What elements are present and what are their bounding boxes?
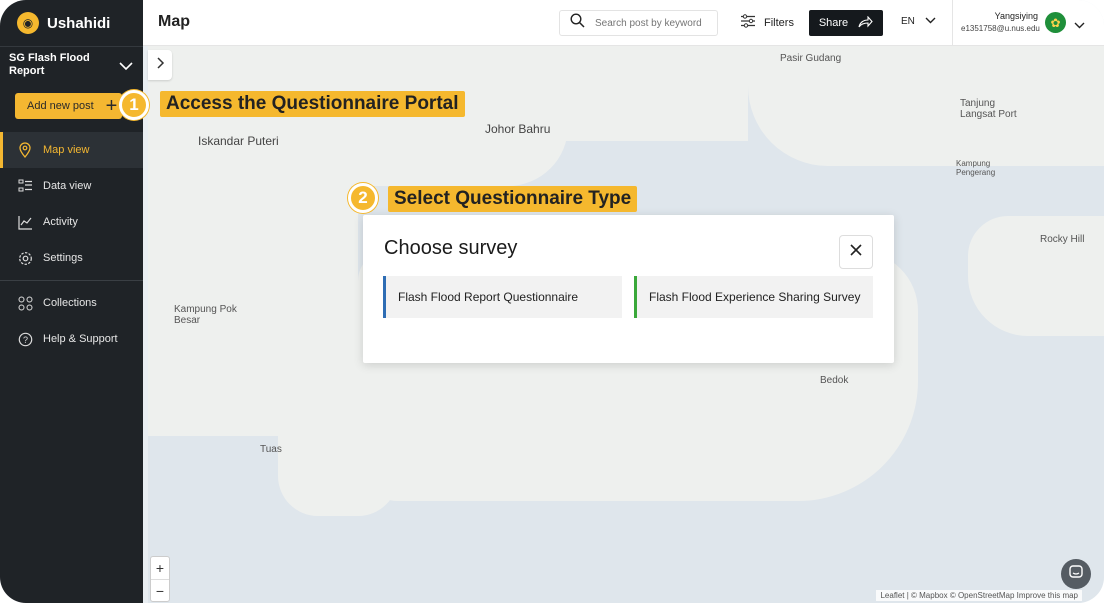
search-box[interactable]	[559, 10, 718, 36]
close-icon	[850, 243, 862, 261]
language-selector[interactable]: EN	[901, 16, 936, 27]
sidebar-nav: Map view Data view Activity Settings Col…	[0, 132, 143, 357]
add-new-post-button[interactable]: Add new post +	[15, 93, 122, 119]
sidebar-item-activity[interactable]: Activity	[0, 204, 143, 240]
dialog-title: Choose survey	[384, 237, 518, 259]
annotation-number: 2	[348, 183, 378, 213]
zoom-in-button[interactable]: +	[151, 557, 169, 579]
plus-icon: +	[105, 95, 118, 117]
zoom-out-button[interactable]: −	[151, 579, 169, 601]
filters-button[interactable]: Filters	[740, 14, 794, 31]
brand[interactable]: ◉ Ushahidi	[0, 0, 143, 47]
deployment-selector[interactable]: SG Flash Flood Report	[0, 47, 143, 87]
ushahidi-logo-icon: ◉	[17, 12, 39, 34]
map-attribution[interactable]: Leaflet | © Mapbox © OpenStreetMap Impro…	[876, 590, 1082, 601]
chevron-down-icon[interactable]	[1074, 16, 1085, 34]
filters-label: Filters	[764, 16, 794, 29]
chevron-down-icon	[119, 58, 133, 76]
chat-button[interactable]	[1061, 559, 1091, 589]
map-label: Pasir Gudang	[780, 53, 842, 64]
sidebar-item-help-support[interactable]: ? Help & Support	[0, 321, 143, 357]
map-label: Iskandar Puteri	[198, 134, 279, 148]
map-label: Kampung Pengerang	[956, 159, 996, 177]
sidebar-item-collections[interactable]: Collections	[0, 285, 143, 321]
map-label: Tanjung Langsat Port	[960, 98, 1017, 120]
survey-option-experience-sharing[interactable]: Flash Flood Experience Sharing Survey	[634, 276, 873, 318]
annotation-text: Select Questionnaire Type	[388, 186, 638, 212]
annotation-number: 1	[119, 90, 149, 120]
chat-icon	[1069, 564, 1083, 584]
gear-icon	[17, 250, 33, 266]
zoom-controls: + −	[150, 556, 170, 602]
deployment-title: SG Flash Flood Report	[9, 52, 90, 77]
brand-name: Ushahidi	[47, 14, 111, 32]
sidebar-item-label: Help & Support	[43, 333, 118, 345]
survey-option-flash-flood-report[interactable]: Flash Flood Report Questionnaire	[383, 276, 622, 318]
share-arrow-icon	[858, 15, 873, 31]
sidebar-toggle-button[interactable]	[148, 50, 172, 80]
sidebar-item-settings[interactable]: Settings	[0, 240, 143, 276]
help-icon: ?	[17, 331, 33, 347]
sidebar-item-map-view[interactable]: Map view	[0, 132, 143, 168]
share-label: Share	[818, 17, 849, 29]
language-label: EN	[901, 16, 915, 27]
share-button[interactable]: Share	[809, 10, 883, 36]
search-icon	[570, 13, 585, 33]
choose-survey-dialog: Choose survey Flash Flood Report Questio…	[363, 215, 894, 363]
add-post-label: Add new post	[27, 100, 94, 112]
nav-divider	[0, 280, 143, 281]
grid-icon	[17, 295, 33, 311]
list-icon	[17, 178, 33, 194]
survey-option-label: Flash Flood Report Questionnaire	[398, 290, 579, 304]
sidebar-item-label: Collections	[43, 297, 97, 309]
user-info[interactable]: Yangsiying e1351758@u.nus.edu	[961, 11, 1040, 33]
app-window: Johor Bahru Iskandar Puteri Pasir Gudang…	[0, 0, 1104, 603]
top-header: Map Filters Share EN Yangsi	[143, 0, 1104, 46]
survey-option-label: Flash Flood Experience Sharing Survey	[649, 290, 861, 304]
close-button[interactable]	[839, 235, 873, 269]
user-email: e1351758@u.nus.edu	[961, 24, 1040, 33]
avatar[interactable]: ✿	[1045, 12, 1066, 33]
activity-chart-icon	[17, 214, 33, 230]
user-name: Yangsiying	[994, 11, 1038, 21]
sidebar-item-label: Data view	[43, 180, 92, 192]
sliders-icon	[740, 14, 756, 31]
svg-text:?: ?	[22, 335, 27, 345]
annotation-text: Access the Questionnaire Portal	[160, 91, 465, 117]
sidebar-item-label: Settings	[43, 252, 83, 264]
sidebar-item-data-view[interactable]: Data view	[0, 168, 143, 204]
map-label: Rocky Hill	[1040, 234, 1085, 245]
header-divider	[952, 0, 953, 46]
chevron-right-icon	[155, 56, 165, 74]
search-input[interactable]	[595, 17, 715, 29]
sidebar-item-label: Map view	[43, 144, 90, 156]
map-label: Bedok	[820, 375, 849, 386]
page-title: Map	[158, 13, 190, 30]
map-label: Kampung Pok Besar	[174, 304, 237, 326]
chevron-down-icon	[925, 16, 936, 27]
map-pin-icon	[17, 142, 33, 158]
sidebar: ◉ Ushahidi SG Flash Flood Report Add new…	[0, 0, 143, 603]
map-label: Johor Bahru	[485, 122, 551, 136]
map-label: Tuas	[260, 444, 282, 455]
sidebar-item-label: Activity	[43, 216, 78, 228]
